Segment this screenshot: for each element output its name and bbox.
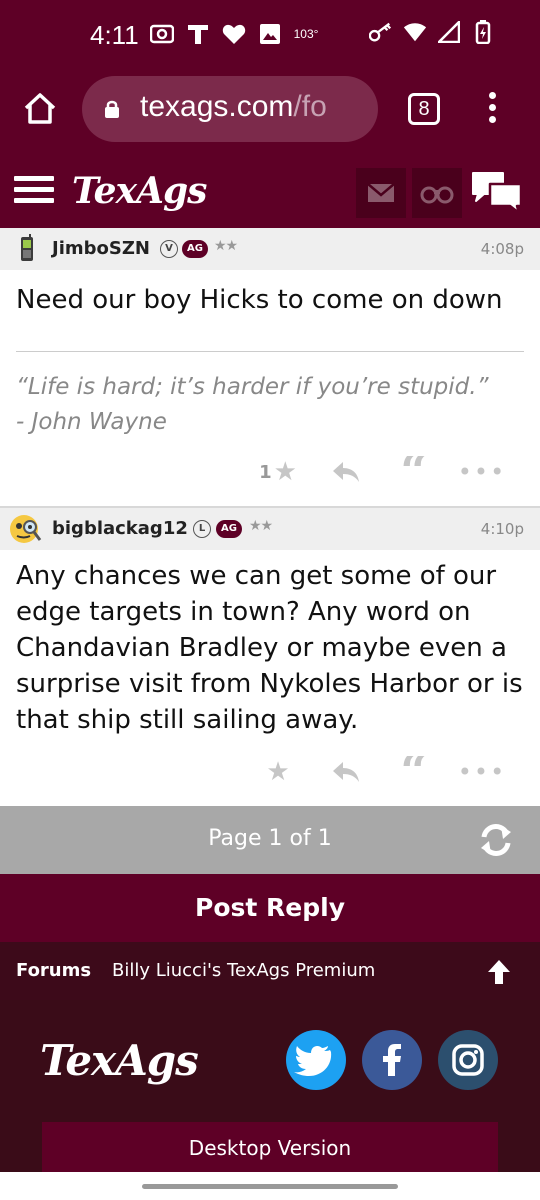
post-actions: 1 ★ “ ••• <box>244 456 516 488</box>
url-host: texags.com <box>140 90 294 123</box>
post-body: Need our boy Hicks to come on down <box>16 285 503 315</box>
post-time[interactable]: 4:10p <box>481 520 524 538</box>
status-icons-left: 103° <box>150 22 318 46</box>
post-username[interactable]: bigblackag12 <box>52 518 188 539</box>
mail-icon <box>367 183 395 202</box>
reply-icon <box>333 462 359 482</box>
user-stars: ★★ <box>214 238 238 254</box>
scroll-top-arrow-icon[interactable] <box>486 958 512 986</box>
user-badge-letter: L <box>193 520 211 538</box>
status-icons-right <box>369 20 495 44</box>
gesture-handle[interactable] <box>142 1184 398 1189</box>
quote-button[interactable]: “ <box>380 456 448 488</box>
post-signature: “Life is hard; it’s harder if you’re stu… <box>16 370 524 440</box>
quote-icon: “ <box>400 456 428 488</box>
site-footer: TexAgs Desktop Version <box>0 1000 540 1172</box>
binoculars-button[interactable] <box>412 168 462 218</box>
url-path: /fo <box>293 90 327 123</box>
post-actions: ★ “ ••• <box>244 756 516 788</box>
post-username[interactable]: JimboSZN <box>52 238 150 259</box>
post-body: Any chances we can get some of our edge … <box>16 561 523 735</box>
breadcrumb-forums-link[interactable]: Forums <box>16 960 91 981</box>
signal-icon <box>437 20 461 44</box>
phone-avatar-icon[interactable] <box>12 234 42 264</box>
more-options-button[interactable]: ••• <box>448 756 516 788</box>
tab-switcher-button[interactable]: 8 <box>408 93 440 125</box>
address-bar[interactable]: texags.com/fo <box>82 76 378 142</box>
desktop-version-button[interactable]: Desktop Version <box>42 1122 498 1172</box>
post-reply-button[interactable]: Post Reply <box>0 874 540 942</box>
forum-post: bigblackag12 L AG ★★ 4:10p Any chances w… <box>0 508 540 806</box>
browser-toolbar: texags.com/fo 8 <box>0 72 540 146</box>
mail-button[interactable] <box>356 168 406 218</box>
battery-charging-icon <box>471 20 495 44</box>
twitter-icon[interactable] <box>286 1030 346 1090</box>
quote-button[interactable]: “ <box>380 756 448 788</box>
lock-icon <box>104 100 120 118</box>
t-mobile-icon <box>186 22 210 46</box>
post-header: bigblackag12 L AG ★★ 4:10p <box>0 508 540 550</box>
breadcrumb-board-link[interactable]: Billy Liucci's TexAgs Premium <box>112 960 375 981</box>
post-time[interactable]: 4:08p <box>481 240 524 258</box>
breadcrumb: Forums Billy Liucci's TexAgs Premium <box>0 942 540 1000</box>
forum-post: JimboSZN V AG ★★ 4:08p Need our boy Hick… <box>0 228 540 506</box>
reply-icon <box>333 762 359 782</box>
reply-button[interactable] <box>312 756 380 788</box>
home-icon[interactable] <box>22 90 58 126</box>
key-icon <box>369 20 393 44</box>
wifi-icon <box>403 20 427 44</box>
status-bar: 4:11 103° <box>0 0 540 72</box>
instagram-icon[interactable] <box>438 1030 498 1090</box>
radio-icon <box>150 22 174 46</box>
facebook-icon[interactable] <box>362 1030 422 1090</box>
image-icon <box>258 22 282 46</box>
status-time: 4:11 <box>90 20 139 50</box>
more-options-button[interactable]: ••• <box>448 456 516 488</box>
ag-badge: AG <box>182 240 208 258</box>
ag-badge: AG <box>216 520 242 538</box>
refresh-icon[interactable] <box>476 820 516 860</box>
signature-author: - John Wayne <box>16 409 167 435</box>
temperature: 103° <box>293 27 319 41</box>
system-nav-bar <box>0 1172 540 1200</box>
more-dots-icon: ••• <box>457 758 507 786</box>
quote-icon: “ <box>400 756 428 788</box>
overflow-menu-icon[interactable] <box>484 92 500 126</box>
star-button[interactable]: 1 ★ <box>244 456 312 488</box>
site-header: TexAgs <box>0 146 540 228</box>
pagination-bar: Page 1 of 1 <box>0 806 540 874</box>
more-dots-icon: ••• <box>457 458 507 486</box>
page-indicator: Page 1 of 1 <box>208 826 332 851</box>
heart-icon <box>222 22 246 46</box>
like-count: 1 <box>259 461 272 483</box>
binoculars-icon <box>420 186 454 204</box>
star-button[interactable]: ★ <box>244 756 312 788</box>
post-header: JimboSZN V AG ★★ 4:08p <box>0 228 540 270</box>
reply-button[interactable] <box>312 456 380 488</box>
hamburger-menu-icon[interactable] <box>14 176 54 204</box>
user-stars: ★★ <box>249 518 273 534</box>
user-badge-letter: V <box>160 240 178 258</box>
site-logo[interactable]: TexAgs <box>72 170 207 212</box>
star-icon: ★ <box>273 457 297 487</box>
signature-quote: “Life is hard; it’s harder if you’re stu… <box>16 374 489 400</box>
star-icon: ★ <box>266 757 290 787</box>
signature-divider <box>16 351 524 352</box>
url-text: texags.com/fo <box>140 90 368 124</box>
footer-logo[interactable]: TexAgs <box>40 1036 199 1085</box>
chat-icon[interactable] <box>470 170 524 215</box>
detective-avatar-icon[interactable] <box>8 512 42 546</box>
